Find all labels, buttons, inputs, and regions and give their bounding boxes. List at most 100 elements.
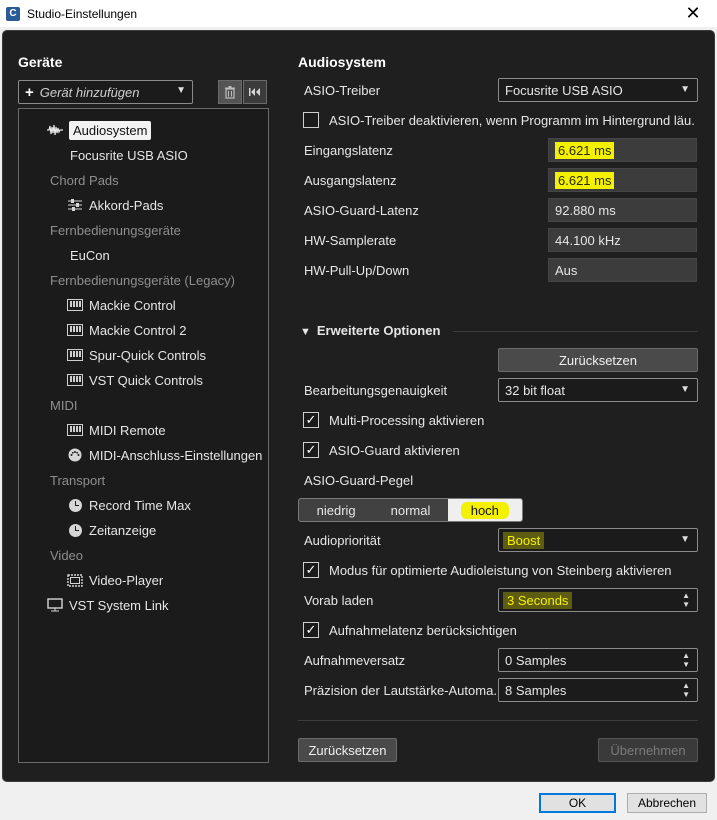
tree-item-video-player[interactable]: Video-Player: [67, 569, 163, 591]
deactivate-bg-label: ASIO-Treiber deaktivieren, wenn Programm…: [329, 113, 695, 128]
cubase-icon: C: [6, 6, 20, 21]
asio-guard-level-label: ASIO-Guard-Pegel: [304, 473, 414, 488]
multiprocessing-checkbox[interactable]: ✓: [303, 412, 319, 428]
precision-select[interactable]: 32 bit float ▼: [498, 378, 698, 402]
tree-item-mackie-control[interactable]: Mackie Control: [67, 294, 176, 316]
tree-item-akkord-pads[interactable]: Akkord-Pads: [67, 194, 163, 216]
tree-item-label: EuCon: [70, 247, 110, 263]
asio-driver-select[interactable]: Focusrite USB ASIO ▼: [498, 78, 698, 102]
tree-category-midi: MIDI: [50, 397, 78, 413]
sliders-icon: [67, 198, 83, 212]
deactivate-bg-checkbox[interactable]: [303, 112, 319, 128]
waveform-icon: [47, 123, 63, 137]
triangle-down-icon: ▼: [300, 326, 311, 338]
spinner-arrows-icon[interactable]: ▲ ▼: [682, 591, 690, 609]
tree-item-label: MIDI Remote: [89, 422, 166, 438]
tree-item-label: VST System Link: [69, 597, 169, 613]
tree-item-focusrite[interactable]: Focusrite USB ASIO: [70, 144, 188, 166]
asio-guard-level-high[interactable]: hoch: [447, 499, 522, 521]
tree-item-midi-port-settings[interactable]: MIDI-Anschluss-Einstellungen: [67, 444, 262, 466]
keyboard-icon: [67, 423, 83, 437]
tree-category-remote-legacy: Fernbedienungsgeräte (Legacy): [50, 272, 236, 288]
advanced-options-toggle[interactable]: ▼ Erweiterte Optionen: [300, 323, 440, 338]
tree-item-record-time-max[interactable]: Record Time Max: [67, 494, 191, 516]
devices-heading: Geräte: [18, 54, 63, 70]
tree-item-mackie-control-2[interactable]: Mackie Control 2: [67, 319, 187, 341]
output-latency-value: 6.621 ms: [548, 168, 697, 192]
tree-item-audiosystem[interactable]: Audiosystem: [47, 119, 152, 141]
hw-pullup-value: Aus: [548, 258, 697, 282]
chevron-down-icon: ▼: [680, 534, 690, 545]
trash-icon: [225, 85, 235, 99]
keyboard-icon: [67, 373, 83, 387]
tree-item-eucon[interactable]: EuCon: [70, 244, 110, 266]
hw-pullup-label: HW-Pull-Up/Down: [304, 263, 410, 278]
close-icon[interactable]: ✕: [673, 0, 713, 27]
checkmark-icon: ✓: [305, 412, 317, 427]
asio-guard-level-segmented: niedrig normal hoch: [298, 498, 523, 522]
volume-precision-label: Präzision der Lautstärke-Automa.: [304, 683, 497, 698]
audio-priority-select[interactable]: Boost ▼: [498, 528, 698, 552]
preload-value: 3 Seconds: [503, 591, 573, 609]
tree-item-midi-remote[interactable]: MIDI Remote: [67, 419, 166, 441]
reset-button[interactable]: Zurücksetzen: [298, 738, 397, 762]
asio-driver-label: ASIO-Treiber: [304, 83, 381, 98]
reset-device-button[interactable]: [243, 80, 267, 104]
midi-port-icon: [67, 448, 83, 462]
cancel-button[interactable]: Abbrechen: [627, 793, 707, 813]
audiosystem-heading: Audiosystem: [298, 54, 386, 70]
dropdown-arrow-icon: ▼: [176, 85, 186, 96]
tree-item-vst-system-link[interactable]: VST System Link: [47, 594, 168, 616]
rewind-icon: [249, 88, 260, 96]
asio-guard-label: ASIO-Guard aktivieren: [329, 443, 460, 458]
checkmark-icon: ✓: [305, 622, 317, 637]
divider: [298, 720, 698, 721]
record-offset-value: 0 Samples: [505, 652, 567, 668]
audio-priority-label: Audiopriorität: [304, 533, 381, 548]
steinberg-mode-checkbox[interactable]: ✓: [303, 562, 319, 578]
tree-item-zeitanzeige[interactable]: Zeitanzeige: [67, 519, 156, 541]
precision-label: Bearbeitungsgenauigkeit: [304, 383, 448, 398]
tree-category-video: Video: [50, 547, 84, 563]
audio-priority-value: Boost: [503, 531, 545, 549]
hw-samplerate-label: HW-Samplerate: [304, 233, 397, 248]
tree-item-label: Record Time Max: [89, 497, 191, 513]
record-latency-checkbox[interactable]: ✓: [303, 622, 319, 638]
preload-spinner[interactable]: 3 Seconds ▲ ▼: [498, 588, 698, 612]
tree-category-remote: Fernbedienungsgeräte: [50, 222, 181, 238]
asio-guard-level-normal[interactable]: normal: [373, 499, 447, 521]
tree-item-label: Focusrite USB ASIO: [70, 147, 188, 163]
spinner-arrows-icon[interactable]: ▲ ▼: [682, 681, 690, 699]
hw-samplerate-value: 44.100 kHz: [548, 228, 697, 252]
asio-guard-level-low[interactable]: niedrig: [299, 499, 373, 521]
asio-driver-value: Focusrite USB ASIO: [505, 82, 623, 98]
clock-icon: [67, 498, 83, 512]
apply-button[interactable]: Übernehmen: [598, 738, 698, 762]
record-offset-spinner[interactable]: 0 Samples ▲ ▼: [498, 648, 698, 672]
checkmark-icon: ✓: [305, 562, 317, 577]
tree-item-label: VST Quick Controls: [89, 372, 203, 388]
volume-precision-spinner[interactable]: 8 Samples ▲ ▼: [498, 678, 698, 702]
window-title: Studio-Einstellungen: [27, 6, 138, 21]
chevron-down-icon: ▼: [680, 84, 690, 95]
tree-item-label: Zeitanzeige: [89, 522, 157, 538]
ok-button[interactable]: OK: [539, 793, 616, 813]
steinberg-mode-label: Modus für optimierte Audioleistung von S…: [329, 563, 672, 578]
advanced-reset-button[interactable]: Zurücksetzen: [498, 348, 698, 372]
studio-settings-dialog: Geräte + Gerät hinzufügen ▼ Audiosystem: [2, 30, 715, 782]
add-device-dropdown[interactable]: + Gerät hinzufügen ▼: [18, 80, 193, 104]
record-offset-label: Aufnahmeversatz: [304, 653, 406, 668]
volume-precision-value: 8 Samples: [505, 682, 567, 698]
tree-item-label: Audiosystem: [69, 120, 152, 140]
tree-item-vst-quick-controls[interactable]: VST Quick Controls: [67, 369, 203, 391]
asio-guard-checkbox[interactable]: ✓: [303, 442, 319, 458]
tree-item-label: Spur-Quick Controls: [89, 347, 207, 363]
tree-category-transport: Transport: [50, 472, 106, 488]
advanced-options-label: Erweiterte Optionen: [316, 323, 441, 338]
tree-item-label: Mackie Control 2: [89, 322, 187, 338]
tree-item-spur-quick-controls[interactable]: Spur-Quick Controls: [67, 344, 206, 366]
plus-icon: +: [25, 83, 34, 101]
record-latency-label: Aufnahmelatenz berücksichtigen: [329, 623, 517, 638]
spinner-arrows-icon[interactable]: ▲ ▼: [682, 651, 690, 669]
delete-device-button[interactable]: [218, 80, 242, 104]
